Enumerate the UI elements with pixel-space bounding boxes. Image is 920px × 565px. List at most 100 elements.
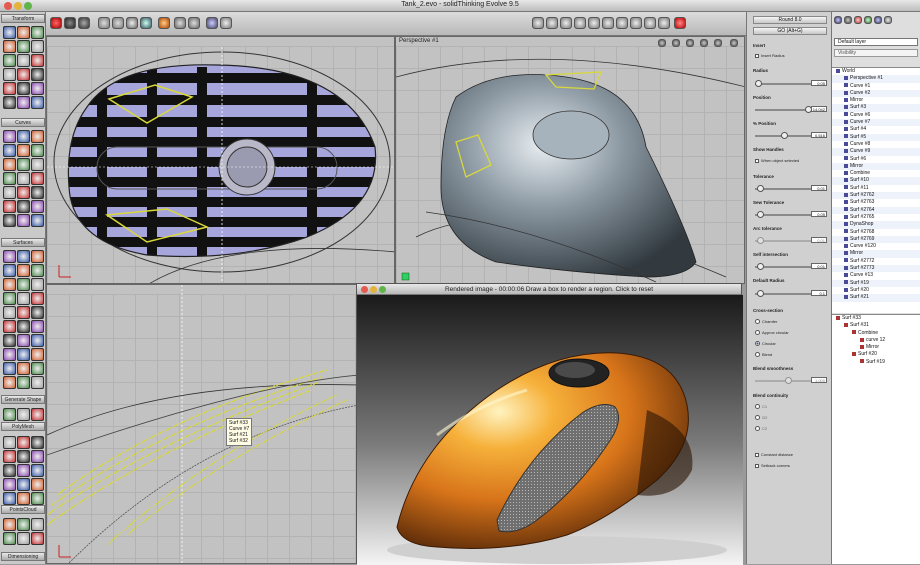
- tool-icon[interactable]: [3, 334, 16, 347]
- tree-item[interactable]: Surf #20: [832, 287, 920, 294]
- cross-chamfer-radio[interactable]: [755, 319, 760, 325]
- cross-blend-option[interactable]: Blend: [755, 352, 772, 358]
- sew-tolerance-slider-knob[interactable]: [757, 211, 764, 218]
- tree-item[interactable]: Curve #8: [832, 141, 920, 148]
- tool-icon[interactable]: [31, 54, 44, 67]
- tool-icon[interactable]: [17, 144, 30, 157]
- cross-circular-option[interactable]: Circular: [755, 341, 776, 347]
- tree-item[interactable]: DynaShop: [832, 221, 920, 229]
- tree-item[interactable]: Surf #6: [832, 156, 920, 163]
- snap-end-icon[interactable]: [630, 17, 642, 29]
- zoom-fit-icon[interactable]: [126, 17, 138, 29]
- radius-slider[interactable]: [755, 80, 811, 87]
- insert-radius-checkbox[interactable]: [755, 53, 759, 58]
- tool-icon[interactable]: [17, 532, 30, 545]
- tool-icon[interactable]: [17, 292, 30, 305]
- tree-item[interactable]: Surf #10: [832, 177, 920, 185]
- tool-icon[interactable]: [17, 264, 30, 277]
- paint-icon[interactable]: [158, 17, 170, 29]
- tool-icon[interactable]: [17, 334, 30, 347]
- tool-icon[interactable]: [17, 436, 30, 449]
- tree-item[interactable]: Surf #11: [832, 185, 920, 192]
- self-intersection-slider[interactable]: [755, 263, 811, 270]
- tool-icon[interactable]: [17, 362, 30, 375]
- tree-item[interactable]: Surf #19: [832, 279, 920, 287]
- browser-cameras-icon[interactable]: [874, 16, 882, 24]
- browser-objects-icon[interactable]: [834, 16, 842, 24]
- construction-item[interactable]: curve 12: [832, 337, 920, 344]
- tool-icon[interactable]: [3, 68, 16, 81]
- tool-icon[interactable]: [31, 26, 44, 39]
- tool-icon[interactable]: [31, 214, 44, 227]
- tool-icon[interactable]: [3, 292, 16, 305]
- snap-curve-icon[interactable]: [574, 17, 586, 29]
- continuity-c1-option[interactable]: C1: [755, 404, 767, 410]
- insert-radius-option[interactable]: Insert Radius: [755, 53, 785, 58]
- snap-center-icon[interactable]: [602, 17, 614, 29]
- pct-position-slider[interactable]: [755, 132, 811, 139]
- construction-item[interactable]: Surf #31: [832, 322, 920, 329]
- tool-icon[interactable]: [3, 362, 16, 375]
- zoom-out-icon[interactable]: [112, 17, 124, 29]
- tool-icon[interactable]: [3, 278, 16, 291]
- tree-item[interactable]: Surf #2768: [832, 229, 920, 236]
- tool-icon[interactable]: [3, 158, 16, 171]
- shade-icon[interactable]: [78, 17, 90, 29]
- tool-icon[interactable]: [3, 436, 16, 449]
- tool-icon[interactable]: [3, 26, 16, 39]
- tool-icon[interactable]: [3, 214, 16, 227]
- tree-item[interactable]: Curve #120: [832, 243, 920, 250]
- tree-item[interactable]: Perspective #1: [832, 75, 920, 83]
- cross-approx-radio[interactable]: [755, 330, 760, 336]
- tree-item[interactable]: Curve #13: [832, 272, 920, 279]
- tool-icon[interactable]: [31, 306, 44, 319]
- tool-icon[interactable]: [3, 96, 16, 109]
- tolerance-slider-knob[interactable]: [757, 185, 764, 192]
- tool-icon[interactable]: [3, 264, 16, 277]
- cross-approx-option[interactable]: Approx circular: [755, 330, 789, 336]
- tool-icon[interactable]: [31, 292, 44, 305]
- browser-filter-icon[interactable]: [884, 16, 892, 24]
- tool-icon[interactable]: [3, 40, 16, 53]
- self-intersection-field[interactable]: 0.01: [811, 263, 827, 269]
- tool-icon[interactable]: [17, 306, 30, 319]
- tree-item[interactable]: Surf #4: [832, 126, 920, 133]
- tool-icon[interactable]: [17, 40, 30, 53]
- tool-icon[interactable]: [17, 492, 30, 505]
- rotate-icon[interactable]: [188, 17, 200, 29]
- layer-dropdown[interactable]: Default layer: [834, 38, 918, 46]
- tool-icon[interactable]: [3, 492, 16, 505]
- tool-icon[interactable]: [17, 320, 30, 333]
- tool-icon[interactable]: [17, 450, 30, 463]
- tool-icon[interactable]: [31, 158, 44, 171]
- tool-icon[interactable]: [17, 96, 30, 109]
- tree-item[interactable]: Curve #7: [832, 119, 920, 127]
- tool-icon[interactable]: [17, 278, 30, 291]
- rendered-tank-image[interactable]: [357, 295, 743, 565]
- viewport-top[interactable]: [46, 36, 395, 284]
- sew-tolerance-slider[interactable]: [755, 211, 811, 218]
- setback-corners-option[interactable]: Setback corners: [755, 463, 790, 468]
- snap-tangent-icon[interactable]: [644, 17, 656, 29]
- tool-icon[interactable]: [31, 492, 44, 505]
- arc-tolerance-slider-knob[interactable]: [757, 237, 764, 244]
- snap-grid-icon[interactable]: [546, 17, 558, 29]
- tool-icon[interactable]: [3, 200, 16, 213]
- tool-icon[interactable]: [31, 348, 44, 361]
- palette-curves-header[interactable]: Curves: [1, 118, 45, 127]
- tool-icon[interactable]: [17, 54, 30, 67]
- tool-icon[interactable]: [31, 186, 44, 199]
- continuity-c2-option[interactable]: C2: [755, 426, 767, 432]
- zoom-in-icon[interactable]: [98, 17, 110, 29]
- tree-item[interactable]: Surf #2763: [832, 199, 920, 206]
- tree-item[interactable]: Surf #2769: [832, 235, 920, 244]
- tool-icon[interactable]: [17, 186, 30, 199]
- tool-icon[interactable]: [31, 450, 44, 463]
- construction-tree[interactable]: Surf #33 Surf #31 Combine curve 12 Mirror Sur…: [832, 314, 920, 564]
- tool-icon[interactable]: [31, 40, 44, 53]
- tool-icon[interactable]: [17, 200, 30, 213]
- tool-icon[interactable]: [3, 144, 16, 157]
- tool-icon[interactable]: [31, 82, 44, 95]
- tool-icon[interactable]: [31, 96, 44, 109]
- tool-icon[interactable]: [31, 532, 44, 545]
